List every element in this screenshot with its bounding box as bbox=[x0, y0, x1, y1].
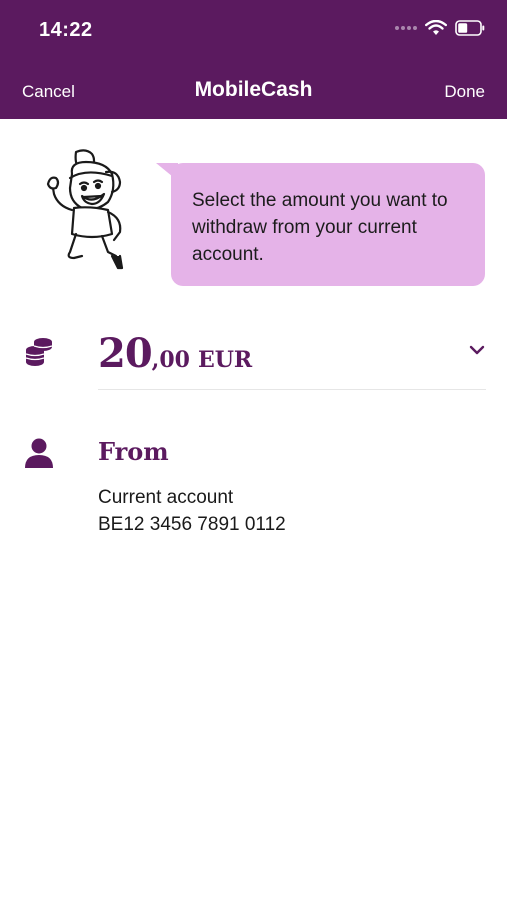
divider bbox=[98, 389, 486, 390]
battery-icon bbox=[455, 20, 485, 36]
wifi-icon bbox=[425, 20, 447, 35]
status-icons bbox=[395, 20, 485, 36]
amount-whole: 20 bbox=[98, 330, 153, 377]
status-time: 14:22 bbox=[39, 19, 93, 41]
app-header: 14:22 Cancel MobileCash Done bbox=[0, 0, 507, 119]
page-title: MobileCash bbox=[194, 78, 313, 101]
amount-decimal: ,00 bbox=[151, 347, 190, 373]
instruction-text: Select the amount you want to withdraw f… bbox=[192, 190, 448, 265]
done-button[interactable]: Done bbox=[444, 82, 485, 102]
coins-icon bbox=[25, 338, 53, 366]
user-icon bbox=[25, 438, 53, 468]
account-name: Current account bbox=[98, 487, 234, 508]
mascot-illustration bbox=[46, 149, 124, 270]
amount-currency: EUR bbox=[197, 347, 253, 373]
signal-icon bbox=[395, 26, 417, 30]
account-iban: BE12 3456 7891 0112 bbox=[98, 514, 286, 535]
from-heading: From bbox=[98, 437, 169, 466]
chevron-down-icon[interactable] bbox=[468, 343, 486, 357]
amount-display[interactable]: 20,00 EUR bbox=[98, 330, 252, 377]
